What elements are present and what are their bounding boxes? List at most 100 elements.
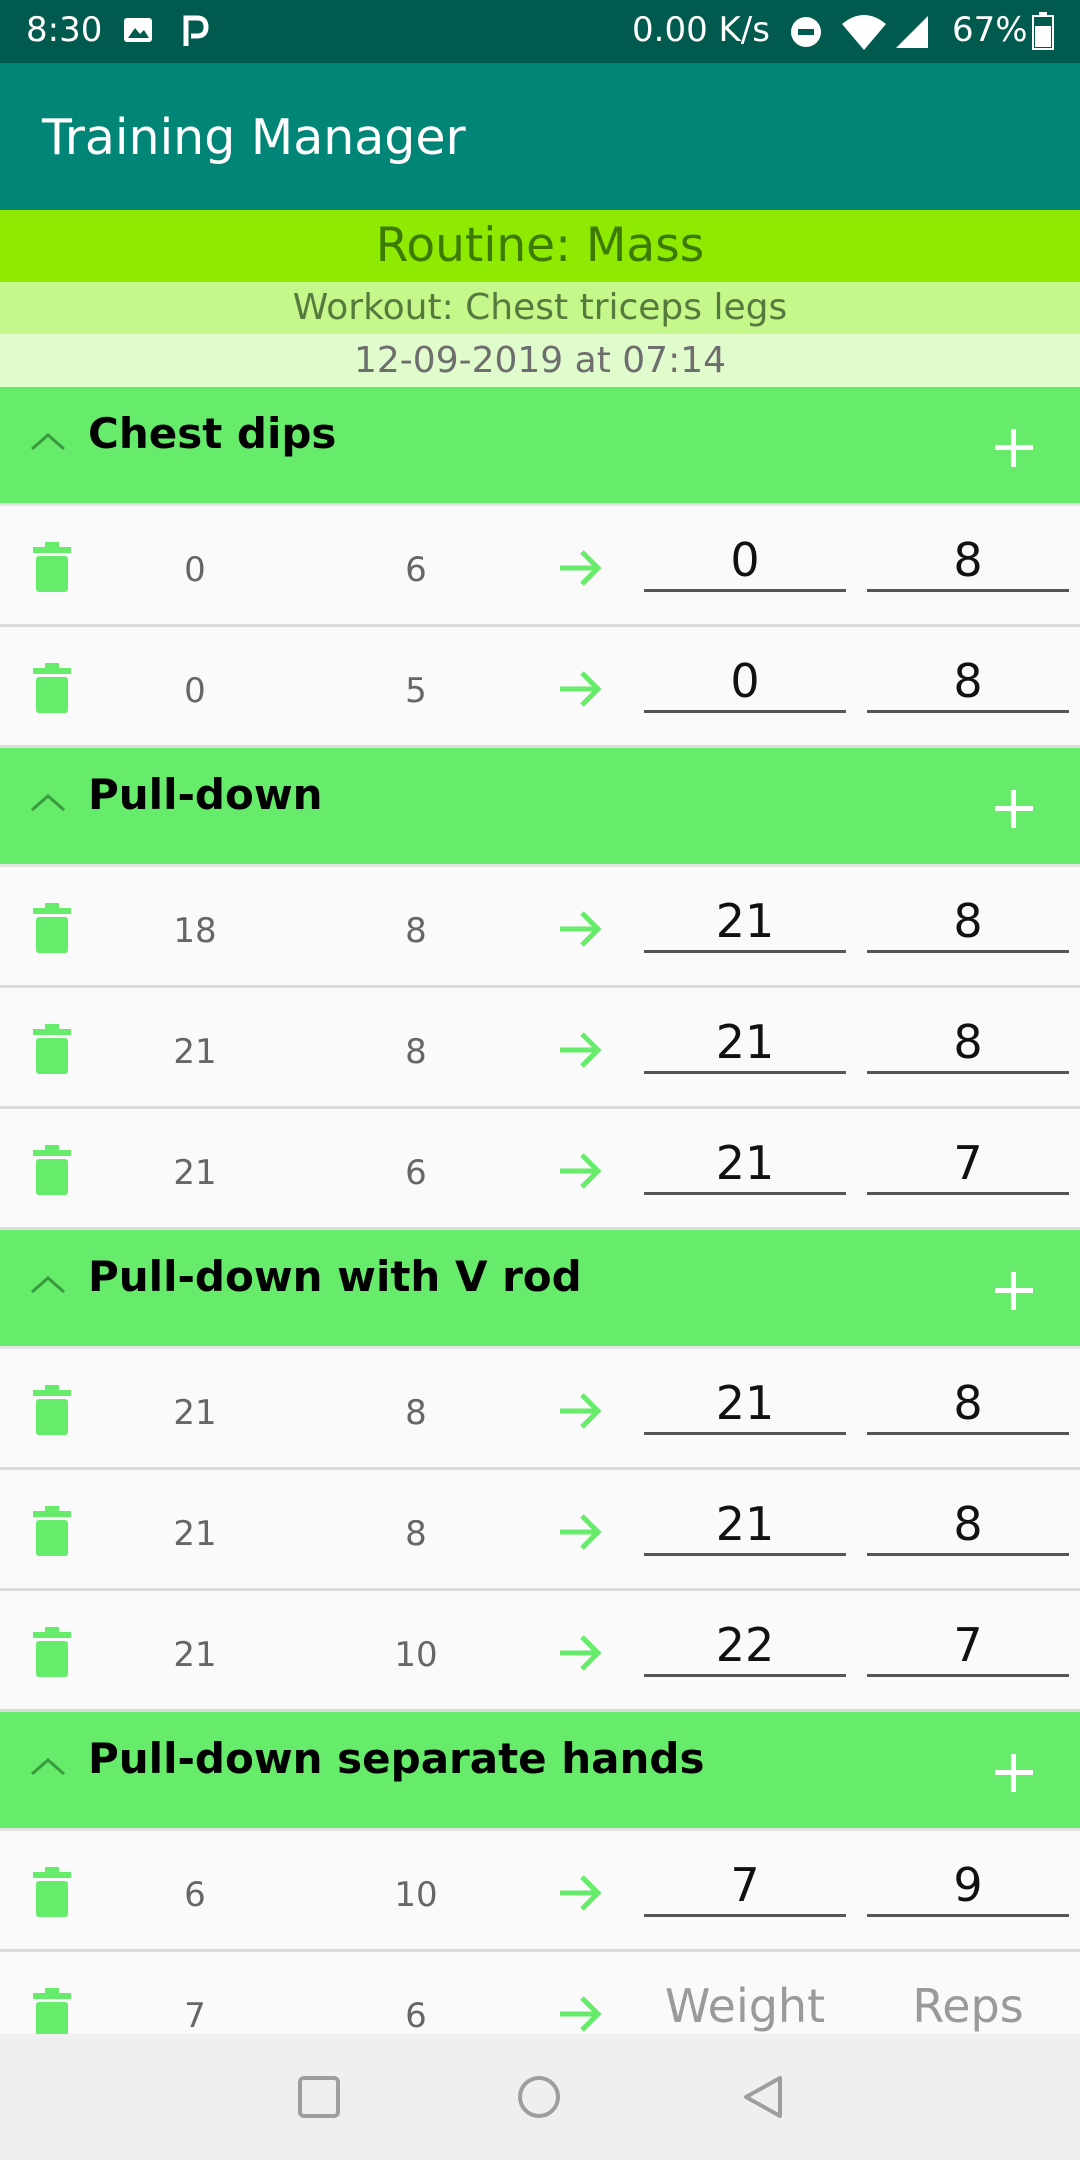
chevron-up-icon[interactable] (28, 790, 68, 814)
previous-weight: 0 (184, 550, 206, 590)
reps-input[interactable]: 8 (867, 1373, 1069, 1435)
arrow-right-icon (560, 911, 602, 947)
add-set-button[interactable] (992, 425, 1036, 469)
set-row: 18 8 21 8 (0, 867, 1080, 988)
previous-reps: 8 (405, 911, 427, 951)
set-row: 7 6 Weight Reps (0, 1952, 1080, 2034)
workout-label: Workout: Chest triceps legs (0, 282, 1080, 334)
exercise-name: Pull-down with V rod (88, 1252, 582, 1301)
reps-input[interactable]: 7 (867, 1615, 1069, 1677)
wifi-icon (842, 15, 886, 50)
trash-icon[interactable] (33, 1988, 71, 2034)
weight-input[interactable]: 21 (644, 1373, 846, 1435)
home-icon[interactable] (516, 2074, 562, 2120)
previous-reps: 8 (405, 1514, 427, 1554)
chevron-up-icon[interactable] (28, 429, 68, 453)
reps-input[interactable]: 8 (867, 530, 1069, 592)
exercise-name: Chest dips (88, 409, 337, 458)
weight-input[interactable]: 7 (644, 1855, 846, 1917)
weight-input[interactable]: 21 (644, 1494, 846, 1556)
routine-label: Routine: Mass (0, 210, 1080, 282)
reps-input[interactable]: 8 (867, 1012, 1069, 1074)
set-row: 21 6 21 7 (0, 1109, 1080, 1230)
p-icon (183, 15, 209, 46)
signal-icon (896, 16, 928, 48)
set-row: 21 8 21 8 (0, 1349, 1080, 1470)
previous-weight: 21 (173, 1514, 217, 1554)
exercise-header[interactable]: Pull-down (0, 748, 1080, 867)
previous-reps: 8 (405, 1032, 427, 1072)
session-date: 12-09-2019 at 07:14 (0, 334, 1080, 387)
arrow-right-icon (560, 671, 602, 707)
previous-reps: 6 (405, 550, 427, 590)
battery-percent: 67% (952, 10, 1028, 50)
image-icon (124, 18, 152, 42)
weight-input[interactable]: 21 (644, 891, 846, 953)
previous-reps: 6 (405, 1996, 427, 2034)
previous-reps: 6 (405, 1153, 427, 1193)
previous-reps: 10 (394, 1875, 438, 1915)
previous-weight: 18 (173, 911, 217, 951)
back-icon[interactable] (740, 2074, 786, 2120)
exercise-list[interactable]: Chest dips 0 6 0 8 0 5 0 8 Pull-down 18 … (0, 387, 1080, 2034)
arrow-right-icon (560, 1635, 602, 1671)
arrow-right-icon (560, 550, 602, 586)
trash-icon[interactable] (33, 1867, 71, 1917)
reps-input[interactable]: 8 (867, 1494, 1069, 1556)
trash-icon[interactable] (33, 1627, 71, 1677)
trash-icon[interactable] (33, 903, 71, 953)
add-set-button[interactable] (992, 786, 1036, 830)
reps-input[interactable]: 9 (867, 1855, 1069, 1917)
weight-input[interactable]: 22 (644, 1615, 846, 1677)
trash-icon[interactable] (33, 1024, 71, 1074)
previous-weight: 0 (184, 671, 206, 711)
chevron-up-icon[interactable] (28, 1754, 68, 1778)
battery-icon (1032, 12, 1054, 50)
dnd-icon (791, 17, 821, 47)
previous-weight: 21 (173, 1635, 217, 1675)
trash-icon[interactable] (33, 1145, 71, 1195)
previous-weight: 21 (173, 1393, 217, 1433)
weight-input[interactable]: 21 (644, 1133, 846, 1195)
weight-input[interactable]: 0 (644, 651, 846, 713)
arrow-right-icon (560, 1875, 602, 1911)
previous-weight: 7 (184, 1996, 206, 2034)
weight-input[interactable]: 0 (644, 530, 846, 592)
network-speed: 0.00 K/s (632, 10, 770, 50)
reps-input[interactable]: 7 (867, 1133, 1069, 1195)
exercise-header[interactable]: Pull-down separate hands (0, 1712, 1080, 1831)
recents-icon[interactable] (296, 2074, 342, 2120)
previous-reps: 5 (405, 671, 427, 711)
exercise-header[interactable]: Pull-down with V rod (0, 1230, 1080, 1349)
exercise-name: Pull-down (88, 770, 323, 819)
weight-input[interactable]: 21 (644, 1012, 846, 1074)
set-row: 21 8 21 8 (0, 988, 1080, 1109)
reps-input[interactable]: 8 (867, 891, 1069, 953)
weight-input[interactable]: Weight (644, 1976, 846, 2034)
navigation-bar (0, 2034, 1080, 2160)
set-row: 21 10 22 7 (0, 1591, 1080, 1712)
previous-reps: 10 (394, 1635, 438, 1675)
exercise-header[interactable]: Chest dips (0, 387, 1080, 506)
arrow-right-icon (560, 1514, 602, 1550)
add-set-button[interactable] (992, 1750, 1036, 1794)
trash-icon[interactable] (33, 542, 71, 592)
status-time: 8:30 (26, 10, 103, 50)
reps-input[interactable]: Reps (867, 1976, 1069, 2034)
add-set-button[interactable] (992, 1268, 1036, 1312)
trash-icon[interactable] (33, 1506, 71, 1556)
arrow-right-icon (560, 1032, 602, 1068)
reps-input[interactable]: 8 (867, 651, 1069, 713)
app-title: Training Manager (42, 109, 466, 166)
trash-icon[interactable] (33, 663, 71, 713)
set-row: 0 5 0 8 (0, 627, 1080, 748)
arrow-right-icon (560, 1996, 602, 2032)
trash-icon[interactable] (33, 1385, 71, 1435)
set-row: 6 10 7 9 (0, 1831, 1080, 1952)
set-row: 0 6 0 8 (0, 506, 1080, 627)
status-bar: 8:30 0.00 K/s 67% (0, 0, 1080, 63)
chevron-up-icon[interactable] (28, 1272, 68, 1296)
app-bar: Training Manager (0, 63, 1080, 210)
previous-weight: 21 (173, 1153, 217, 1193)
previous-reps: 8 (405, 1393, 427, 1433)
